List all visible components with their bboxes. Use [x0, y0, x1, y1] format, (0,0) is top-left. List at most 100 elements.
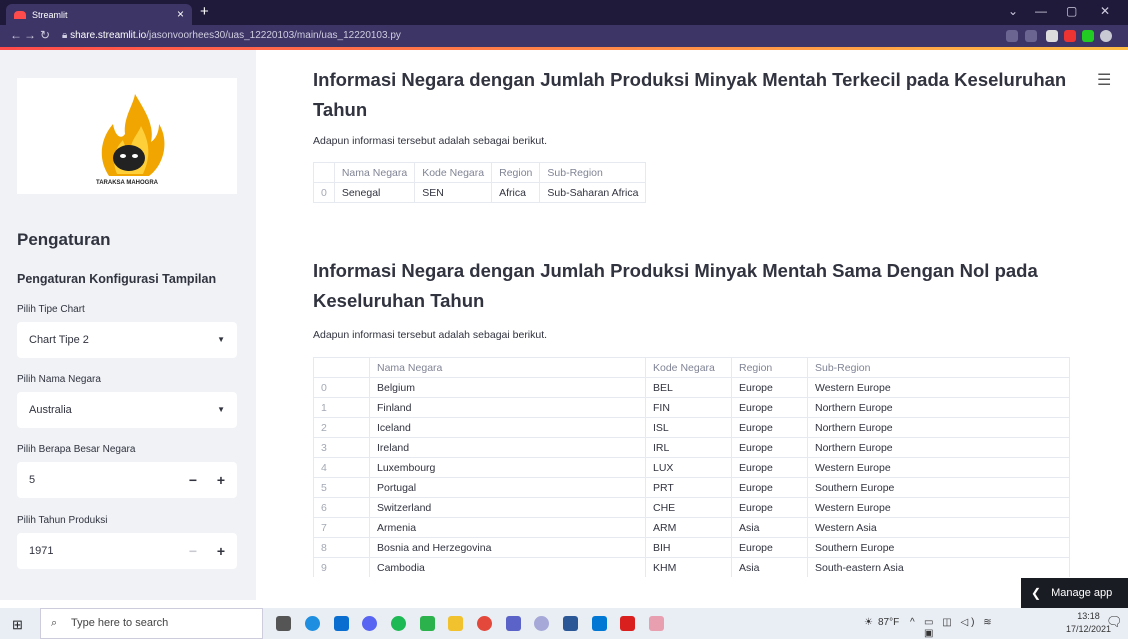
- chevron-down-icon: ▼: [217, 405, 225, 414]
- spotify-icon[interactable]: [391, 616, 406, 631]
- streamlit-favicon-icon: [14, 10, 26, 19]
- bookmark-star-icon[interactable]: [1025, 30, 1037, 42]
- table-row: 5 Portugal PRT Europe Southern Europe: [313, 477, 1070, 498]
- decrement-button[interactable]: −: [189, 462, 197, 498]
- cell-country: Armenia: [369, 517, 646, 538]
- country-label: Pilih Nama Negara: [17, 374, 101, 385]
- cell-country: Iceland: [369, 417, 646, 438]
- country-count-stepper[interactable]: 5 − +: [17, 462, 237, 498]
- search-icon: ⌕: [51, 617, 58, 629]
- cell-region: Europe: [731, 497, 808, 518]
- increment-button[interactable]: +: [217, 462, 225, 498]
- decrement-button[interactable]: −: [189, 533, 197, 569]
- table-senegal: Nama Negara Kode Negara Region Sub-Regio…: [313, 162, 647, 203]
- cell-country: Cambodia: [369, 557, 646, 577]
- row-index: 0: [313, 377, 370, 398]
- cell-country: Ireland: [369, 437, 646, 458]
- share-icon[interactable]: [1006, 30, 1018, 42]
- table-row: 2 Iceland ISL Europe Northern Europe: [313, 417, 1070, 438]
- notifications-icon[interactable]: 🗨︎: [1106, 614, 1123, 630]
- extension-icon[interactable]: [1064, 30, 1076, 42]
- tab-search-icon[interactable]: ⌄: [1008, 4, 1018, 18]
- cell-region: Europe: [731, 437, 808, 458]
- menu-icon[interactable]: ☰: [1097, 70, 1111, 90]
- tab-close-icon[interactable]: ×: [177, 7, 184, 21]
- close-window-button[interactable]: ✕: [1100, 4, 1110, 18]
- windows-start-icon[interactable]: ⊞: [12, 617, 23, 633]
- column-header: Nama Negara: [369, 357, 646, 378]
- row-index: 3: [313, 437, 370, 458]
- cell-region: Europe: [731, 397, 808, 418]
- cell-subregion: Sub-Saharan Africa: [539, 182, 647, 203]
- teams-icon[interactable]: [506, 616, 521, 631]
- url-field[interactable]: 🔒︎ share.streamlit.io/jasonvoorhees30/ua…: [62, 28, 992, 44]
- acrobat-icon[interactable]: [620, 616, 635, 631]
- cell-code: SEN: [414, 182, 493, 203]
- profile-avatar[interactable]: [1100, 30, 1112, 42]
- country-count-value: 5: [29, 474, 36, 486]
- year-stepper[interactable]: 1971 − +: [17, 533, 237, 569]
- row-index: 1: [313, 397, 370, 418]
- snipping-tool-icon[interactable]: [649, 616, 664, 631]
- taskbar-search[interactable]: ⌕ Type here to search: [40, 608, 263, 639]
- sidebar-heading: Pengaturan: [17, 230, 111, 249]
- chrome-icon[interactable]: [477, 616, 492, 631]
- cell-country: Belgium: [369, 377, 646, 398]
- minimize-button[interactable]: —: [1035, 4, 1047, 18]
- section2-title: Informasi Negara dengan Jumlah Produksi …: [313, 260, 1038, 311]
- forward-icon[interactable]: →: [24, 28, 36, 42]
- chat-app-icon[interactable]: [420, 616, 435, 631]
- file-explorer-icon[interactable]: [448, 616, 463, 631]
- r-icon[interactable]: [534, 616, 549, 631]
- browser-tab-bar: Streamlit × + ⌄ — ▢ ✕: [0, 0, 1128, 25]
- column-header: Sub-Region: [807, 357, 1070, 378]
- weather-icon[interactable]: ☀: [864, 617, 873, 628]
- country-count-label: Pilih Berapa Besar Negara: [17, 444, 136, 455]
- index-header: [313, 357, 370, 378]
- table-body: 0 Belgium BEL Europe Western Europe 1 Finland F…: [313, 377, 1070, 577]
- table-row: 0 Belgium BEL Europe Western Europe: [313, 377, 1070, 398]
- tray-chevron-up-icon[interactable]: ^: [910, 617, 915, 628]
- column-header: Kode Negara: [414, 162, 493, 183]
- column-header: Kode Negara: [645, 357, 732, 378]
- table-row: 6 Switzerland CHE Europe Western Europe: [313, 497, 1070, 518]
- column-header: Nama Negara: [333, 162, 416, 183]
- edge-icon[interactable]: [305, 616, 320, 631]
- cell-country: Switzerland: [369, 497, 646, 518]
- reload-icon[interactable]: ↻: [40, 28, 50, 42]
- weather-text[interactable]: 87°F: [878, 617, 899, 628]
- table-zero-production[interactable]: Nama Negara Kode Negara Region Sub-Regio…: [313, 357, 1070, 577]
- cell-subregion: Northern Europe: [807, 397, 1070, 418]
- increment-button[interactable]: +: [217, 533, 225, 569]
- discord-icon[interactable]: [362, 616, 377, 631]
- windows-taskbar: ⊞ ⌕ Type here to search ☀ 87°F ^ ▭ ◫ ◁) …: [0, 608, 1128, 639]
- section1-title: Informasi Negara dengan Jumlah Produksi …: [313, 69, 1067, 120]
- system-tray-icons[interactable]: ▭ ◫ ◁) ≋ ▣: [924, 617, 1004, 639]
- extension-icon[interactable]: [1046, 30, 1058, 42]
- url-path: /jasonvoorhees30/uas_12220103/main/uas_1…: [146, 30, 401, 41]
- cell-subregion: Western Asia: [807, 517, 1070, 538]
- row-index: 7: [313, 517, 370, 538]
- cell-country: Senegal: [333, 182, 416, 203]
- new-tab-button[interactable]: +: [200, 3, 209, 20]
- row-index: 8: [313, 537, 370, 558]
- flame-logo-icon: [101, 94, 165, 176]
- back-icon[interactable]: ←: [10, 28, 22, 42]
- cell-country: Finland: [369, 397, 646, 418]
- row-index: 6: [313, 497, 370, 518]
- cell-code: LUX: [645, 457, 732, 478]
- extensions-puzzle-icon[interactable]: [1082, 30, 1094, 42]
- cell-region: Europe: [731, 457, 808, 478]
- browser-tab[interactable]: Streamlit ×: [6, 4, 192, 25]
- clock[interactable]: 13:18 17/12/2021: [1066, 610, 1111, 636]
- section1-text: Adapun informasi tersebut adalah sebagai…: [313, 135, 548, 147]
- maximize-button[interactable]: ▢: [1066, 4, 1077, 18]
- word-icon[interactable]: [563, 616, 578, 631]
- vscode-icon[interactable]: [592, 616, 607, 631]
- chart-type-select[interactable]: Chart Tipe 2 ▼: [17, 322, 237, 358]
- task-view-icon[interactable]: [276, 616, 291, 631]
- column-header: Region: [491, 162, 541, 183]
- mail-icon[interactable]: [334, 616, 349, 631]
- country-select[interactable]: Australia ▼: [17, 392, 237, 428]
- manage-app-button[interactable]: ❮ Manage app: [1021, 578, 1128, 608]
